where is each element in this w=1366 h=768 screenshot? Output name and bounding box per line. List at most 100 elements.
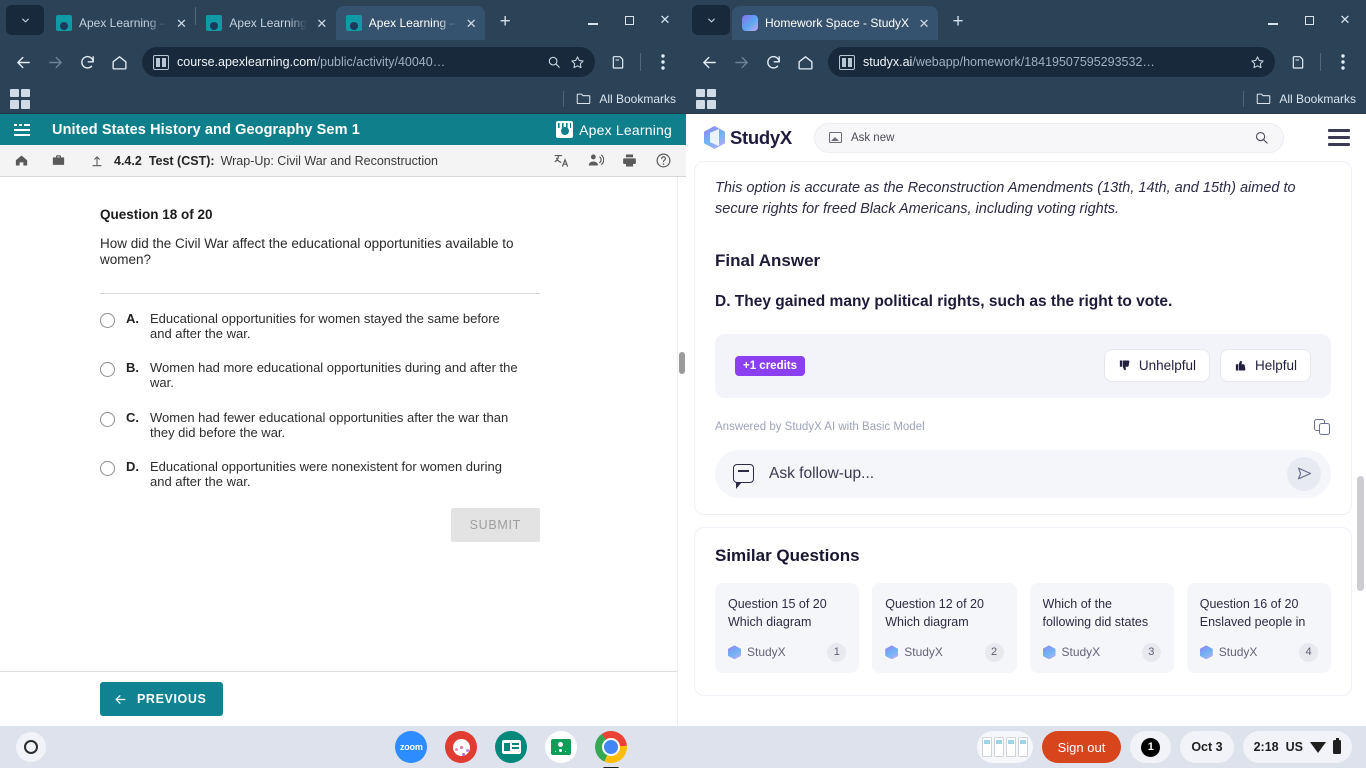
- translate-icon[interactable]: [553, 152, 570, 169]
- site-info-icon[interactable]: [153, 54, 169, 70]
- copy-icon[interactable]: [1314, 418, 1331, 436]
- tab-search-button[interactable]: [6, 5, 44, 35]
- all-bookmarks-label: All Bookmarks: [599, 91, 676, 106]
- tab-title: Apex Learning: [229, 16, 307, 30]
- chrome-app-icon[interactable]: [595, 731, 628, 768]
- close-icon[interactable]: ✕: [463, 15, 479, 31]
- tab-search-button[interactable]: [692, 5, 730, 35]
- answer-choice-a[interactable]: A. Educational opportunities for women s…: [100, 311, 545, 341]
- sign-out-button[interactable]: Sign out: [1041, 731, 1122, 763]
- paint-app-icon[interactable]: [445, 731, 478, 763]
- apps-grid-icon[interactable]: [696, 88, 716, 109]
- similar-question-card-2[interactable]: Question 12 of 20 Which diagram StudyX 2: [872, 582, 1017, 673]
- tab-apex-1[interactable]: Apex Learning – ✕: [46, 6, 195, 40]
- briefcase-icon[interactable]: [51, 153, 66, 168]
- minimize-button[interactable]: [1256, 6, 1290, 34]
- date-tray[interactable]: Oct 3: [1180, 731, 1234, 763]
- notifications-tray[interactable]: 1: [1130, 731, 1172, 763]
- submit-button[interactable]: SUBMIT: [450, 508, 540, 543]
- maximize-button[interactable]: [1292, 6, 1326, 34]
- apex-scrollbar[interactable]: [677, 177, 686, 726]
- classroom-app-icon[interactable]: [545, 731, 578, 763]
- helpful-button[interactable]: Helpful: [1219, 349, 1311, 383]
- back-button[interactable]: [694, 47, 724, 77]
- similar-question-card-3[interactable]: Which of the following did states StudyX…: [1029, 582, 1174, 673]
- bookmark-star-icon[interactable]: [1250, 55, 1265, 70]
- reload-button[interactable]: [758, 47, 788, 77]
- upload-arrow-icon[interactable]: [90, 154, 104, 168]
- close-icon[interactable]: ✕: [173, 15, 189, 31]
- similar-question-card-1[interactable]: Question 15 of 20 Which diagram StudyX 1: [715, 582, 860, 673]
- site-info-icon[interactable]: [839, 54, 855, 70]
- previous-button[interactable]: PREVIOUS: [100, 682, 224, 716]
- radio-button[interactable]: [100, 312, 115, 328]
- forward-button[interactable]: [40, 47, 70, 77]
- back-button[interactable]: [8, 47, 38, 77]
- all-bookmarks-entry[interactable]: All Bookmarks: [563, 90, 676, 107]
- help-icon[interactable]: [655, 152, 672, 169]
- minimize-button[interactable]: [576, 6, 610, 34]
- tab-studyx-active[interactable]: Homework Space - StudyX ✕: [732, 6, 939, 40]
- close-icon[interactable]: ✕: [314, 15, 330, 31]
- scrollbar-thumb[interactable]: [679, 352, 685, 374]
- news-app-icon[interactable]: [495, 731, 528, 763]
- print-icon[interactable]: [621, 152, 638, 169]
- studyx-scrollbar[interactable]: [1355, 114, 1366, 726]
- bookmark-star-icon[interactable]: [570, 55, 585, 70]
- search-placeholder: Ask new: [850, 131, 895, 144]
- maximize-button[interactable]: [612, 6, 646, 34]
- reload-button[interactable]: [72, 47, 102, 77]
- chrome-menu-icon[interactable]: [648, 47, 678, 77]
- forward-button[interactable]: [726, 47, 756, 77]
- extensions-icon[interactable]: [1283, 47, 1313, 77]
- studyx-logo-icon: [1199, 645, 1213, 660]
- chrome-menu-icon[interactable]: [1328, 47, 1358, 77]
- choice-letter: C.: [126, 409, 139, 425]
- send-button[interactable]: [1287, 456, 1321, 491]
- status-tray[interactable]: 2:18 US: [1242, 731, 1352, 763]
- browser-window-studyx: Homework Space - StudyX ✕ + ✕ studyx.ai/…: [686, 0, 1366, 726]
- close-window-button[interactable]: ✕: [1328, 6, 1362, 34]
- answer-choice-c[interactable]: C. Women had fewer educational opportuni…: [100, 410, 545, 440]
- zoom-app-icon[interactable]: zoom: [395, 731, 428, 763]
- address-bar-right[interactable]: studyx.ai/webapp/homework/18419507595293…: [828, 47, 1275, 77]
- tab-apex-3-active[interactable]: Apex Learning – ✕: [335, 6, 486, 40]
- studyx-logo[interactable]: StudyX: [704, 126, 792, 149]
- tab-apex-2[interactable]: Apex Learning ✕: [196, 6, 335, 40]
- search-icon[interactable]: [547, 55, 561, 69]
- ask-new-search-input[interactable]: Ask new: [813, 122, 1284, 153]
- helpful-label: Helpful: [1254, 358, 1297, 374]
- address-bar-left[interactable]: course.apexlearning.com/public/activity/…: [142, 47, 595, 77]
- image-upload-icon[interactable]: [828, 132, 842, 143]
- follow-up-input[interactable]: Ask follow-up...: [715, 449, 1331, 498]
- radio-button[interactable]: [100, 411, 115, 427]
- home-icon[interactable]: [14, 153, 29, 168]
- scrollbar-thumb[interactable]: [1357, 476, 1364, 591]
- new-tab-button[interactable]: +: [491, 8, 519, 36]
- radio-button[interactable]: [100, 461, 115, 477]
- window-overview-button[interactable]: [976, 731, 1033, 763]
- similar-question-card-4[interactable]: Question 16 of 20 Enslaved people in Stu…: [1186, 582, 1331, 673]
- browser-toolbar-left: course.apexlearning.com/public/activity/…: [0, 40, 686, 84]
- course-menu-icon[interactable]: [14, 123, 30, 136]
- all-bookmarks-entry[interactable]: All Bookmarks: [1243, 90, 1356, 107]
- tab-title: Homework Space - StudyX: [765, 16, 910, 30]
- close-window-button[interactable]: ✕: [648, 6, 682, 34]
- hamburger-menu-icon[interactable]: [1328, 129, 1350, 146]
- new-tab-button[interactable]: +: [944, 8, 972, 36]
- unhelpful-button[interactable]: Unhelpful: [1103, 349, 1210, 383]
- close-icon[interactable]: ✕: [916, 15, 932, 31]
- tabstrip-left: Apex Learning – ✕ Apex Learning ✕ Apex L…: [0, 0, 686, 40]
- apps-grid-icon[interactable]: [10, 88, 30, 109]
- home-button[interactable]: [104, 47, 134, 77]
- search-icon[interactable]: [1254, 130, 1269, 145]
- read-aloud-icon[interactable]: [587, 152, 604, 169]
- launcher-button[interactable]: [16, 732, 46, 762]
- home-button[interactable]: [790, 47, 820, 77]
- choice-text: Women had more educational opportunities…: [150, 360, 518, 391]
- answer-choice-b[interactable]: B. Women had more educational opportunit…: [100, 360, 545, 390]
- answer-choice-d[interactable]: D. Educational opportunities were nonexi…: [100, 459, 545, 489]
- radio-button[interactable]: [100, 362, 115, 378]
- extensions-icon[interactable]: [603, 47, 633, 77]
- similar-question-text: Question 16 of 20 Enslaved people in: [1199, 596, 1306, 629]
